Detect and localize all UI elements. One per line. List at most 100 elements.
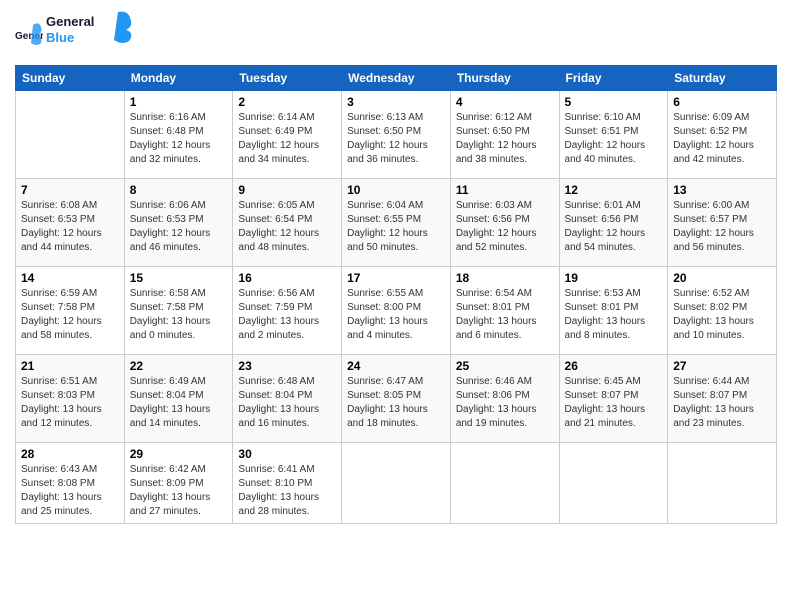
calendar-cell: 5 Sunrise: 6:10 AMSunset: 6:51 PMDaylight… <box>559 91 668 179</box>
calendar-cell: 29Sunrise: 6:42 AMSunset: 8:09 PMDayligh… <box>124 443 233 524</box>
calendar-cell: 2 Sunrise: 6:14 AMSunset: 6:49 PMDaylight… <box>233 91 342 179</box>
calendar-cell: 19 Sunrise: 6:53 AMSunset: 8:01 PMDayligh… <box>559 267 668 355</box>
svg-text:General: General <box>46 14 94 29</box>
day-info: Sunrise: 6:16 AMSunset: 6:48 PMDaylight:… <box>130 111 228 167</box>
calendar-cell <box>668 443 777 524</box>
day-number: 20 <box>673 271 771 285</box>
calendar-cell: 12 Sunrise: 6:01 AMSunset: 6:56 PMDayligh… <box>559 179 668 267</box>
calendar-cell <box>450 443 559 524</box>
logo-icon: General <box>15 19 43 47</box>
svg-text:Blue: Blue <box>46 30 74 45</box>
calendar-cell: 11 Sunrise: 6:03 AMSunset: 6:56 PMDayligh… <box>450 179 559 267</box>
day-number: 8 <box>130 183 228 197</box>
day-info: Sunrise: 6:12 AMSunset: 6:50 PMDaylight:… <box>456 111 554 167</box>
day-info: Sunrise: 6:13 AMSunset: 6:50 PMDaylight:… <box>347 111 445 167</box>
calendar-cell: 27 Sunrise: 6:44 AMSunset: 8:07 PMDayligh… <box>668 355 777 443</box>
calendar-cell: 8 Sunrise: 6:06 AMSunset: 6:53 PMDaylight… <box>124 179 233 267</box>
calendar-cell: 3 Sunrise: 6:13 AMSunset: 6:50 PMDaylight… <box>342 91 451 179</box>
day-number: 1 <box>130 95 228 109</box>
day-number: 6 <box>673 95 771 109</box>
calendar-header-wednesday: Wednesday <box>342 66 451 91</box>
calendar-cell <box>559 443 668 524</box>
day-number: 27 <box>673 359 771 373</box>
day-number: 18 <box>456 271 554 285</box>
day-info: Sunrise: 6:56 AMSunset: 7:59 PMDaylight:… <box>238 287 336 343</box>
day-info: Sunrise: 6:46 AMSunset: 8:06 PMDaylight:… <box>456 375 554 431</box>
day-number: 29 <box>130 447 228 461</box>
day-info: Sunrise: 6:51 AMSunset: 8:03 PMDaylight:… <box>21 375 119 431</box>
day-info: Sunrise: 6:47 AMSunset: 8:05 PMDaylight:… <box>347 375 445 431</box>
day-number: 30 <box>238 447 336 461</box>
page-container: General General Blue SundayMondayTuesday… <box>0 0 792 534</box>
day-info: Sunrise: 6:54 AMSunset: 8:01 PMDaylight:… <box>456 287 554 343</box>
day-number: 12 <box>565 183 663 197</box>
day-info: Sunrise: 6:09 AMSunset: 6:52 PMDaylight:… <box>673 111 771 167</box>
calendar-cell: 13 Sunrise: 6:00 AMSunset: 6:57 PMDayligh… <box>668 179 777 267</box>
calendar-cell: 4Sunrise: 6:12 AMSunset: 6:50 PMDaylight… <box>450 91 559 179</box>
day-info: Sunrise: 6:00 AMSunset: 6:57 PMDaylight:… <box>673 199 771 255</box>
day-number: 21 <box>21 359 119 373</box>
calendar-cell <box>16 91 125 179</box>
day-number: 5 <box>565 95 663 109</box>
day-number: 28 <box>21 447 119 461</box>
calendar-cell: 20 Sunrise: 6:52 AMSunset: 8:02 PMDayligh… <box>668 267 777 355</box>
logo-text: General Blue <box>46 10 136 55</box>
page-header: General General Blue <box>15 10 777 55</box>
day-number: 26 <box>565 359 663 373</box>
day-info: Sunrise: 6:06 AMSunset: 6:53 PMDaylight:… <box>130 199 228 255</box>
calendar-week-row-1: 1 Sunrise: 6:16 AMSunset: 6:48 PMDaylight… <box>16 91 777 179</box>
calendar-table: SundayMondayTuesdayWednesdayThursdayFrid… <box>15 65 777 524</box>
calendar-header-saturday: Saturday <box>668 66 777 91</box>
day-info: Sunrise: 6:53 AMSunset: 8:01 PMDaylight:… <box>565 287 663 343</box>
calendar-week-row-5: 28 Sunrise: 6:43 AMSunset: 8:08 PMDayligh… <box>16 443 777 524</box>
calendar-cell: 30Sunrise: 6:41 AMSunset: 8:10 PMDayligh… <box>233 443 342 524</box>
calendar-cell: 16 Sunrise: 6:56 AMSunset: 7:59 PMDayligh… <box>233 267 342 355</box>
day-info: Sunrise: 6:04 AMSunset: 6:55 PMDaylight:… <box>347 199 445 255</box>
day-info: Sunrise: 6:44 AMSunset: 8:07 PMDaylight:… <box>673 375 771 431</box>
day-number: 19 <box>565 271 663 285</box>
day-number: 9 <box>238 183 336 197</box>
calendar-cell: 26 Sunrise: 6:45 AMSunset: 8:07 PMDayligh… <box>559 355 668 443</box>
day-info: Sunrise: 6:55 AMSunset: 8:00 PMDaylight:… <box>347 287 445 343</box>
day-number: 3 <box>347 95 445 109</box>
day-info: Sunrise: 6:03 AMSunset: 6:56 PMDaylight:… <box>456 199 554 255</box>
calendar-cell <box>342 443 451 524</box>
day-info: Sunrise: 6:01 AMSunset: 6:56 PMDaylight:… <box>565 199 663 255</box>
logo: General General Blue <box>15 10 136 55</box>
day-info: Sunrise: 6:45 AMSunset: 8:07 PMDaylight:… <box>565 375 663 431</box>
calendar-cell: 23 Sunrise: 6:48 AMSunset: 8:04 PMDayligh… <box>233 355 342 443</box>
calendar-header-row: SundayMondayTuesdayWednesdayThursdayFrid… <box>16 66 777 91</box>
calendar-cell: 17 Sunrise: 6:55 AMSunset: 8:00 PMDayligh… <box>342 267 451 355</box>
day-info: Sunrise: 6:48 AMSunset: 8:04 PMDaylight:… <box>238 375 336 431</box>
day-number: 7 <box>21 183 119 197</box>
calendar-cell: 28 Sunrise: 6:43 AMSunset: 8:08 PMDayligh… <box>16 443 125 524</box>
day-info: Sunrise: 6:14 AMSunset: 6:49 PMDaylight:… <box>238 111 336 167</box>
day-number: 17 <box>347 271 445 285</box>
day-info: Sunrise: 6:52 AMSunset: 8:02 PMDaylight:… <box>673 287 771 343</box>
calendar-week-row-4: 21 Sunrise: 6:51 AMSunset: 8:03 PMDayligh… <box>16 355 777 443</box>
calendar-header-monday: Monday <box>124 66 233 91</box>
day-number: 2 <box>238 95 336 109</box>
day-number: 23 <box>238 359 336 373</box>
calendar-week-row-3: 14Sunrise: 6:59 AMSunset: 7:58 PMDayligh… <box>16 267 777 355</box>
calendar-cell: 18 Sunrise: 6:54 AMSunset: 8:01 PMDayligh… <box>450 267 559 355</box>
day-info: Sunrise: 6:43 AMSunset: 8:08 PMDaylight:… <box>21 463 119 519</box>
calendar-cell: 14Sunrise: 6:59 AMSunset: 7:58 PMDayligh… <box>16 267 125 355</box>
day-number: 10 <box>347 183 445 197</box>
calendar-header-tuesday: Tuesday <box>233 66 342 91</box>
day-number: 11 <box>456 183 554 197</box>
day-number: 13 <box>673 183 771 197</box>
calendar-cell: 15Sunrise: 6:58 AMSunset: 7:58 PMDayligh… <box>124 267 233 355</box>
day-info: Sunrise: 6:05 AMSunset: 6:54 PMDaylight:… <box>238 199 336 255</box>
calendar-cell: 22Sunrise: 6:49 AMSunset: 8:04 PMDayligh… <box>124 355 233 443</box>
calendar-cell: 7 Sunrise: 6:08 AMSunset: 6:53 PMDaylight… <box>16 179 125 267</box>
day-info: Sunrise: 6:10 AMSunset: 6:51 PMDaylight:… <box>565 111 663 167</box>
calendar-header-friday: Friday <box>559 66 668 91</box>
day-number: 25 <box>456 359 554 373</box>
calendar-cell: 10 Sunrise: 6:04 AMSunset: 6:55 PMDayligh… <box>342 179 451 267</box>
calendar-header-sunday: Sunday <box>16 66 125 91</box>
day-info: Sunrise: 6:08 AMSunset: 6:53 PMDaylight:… <box>21 199 119 255</box>
calendar-cell: 24Sunrise: 6:47 AMSunset: 8:05 PMDayligh… <box>342 355 451 443</box>
day-number: 16 <box>238 271 336 285</box>
day-number: 22 <box>130 359 228 373</box>
